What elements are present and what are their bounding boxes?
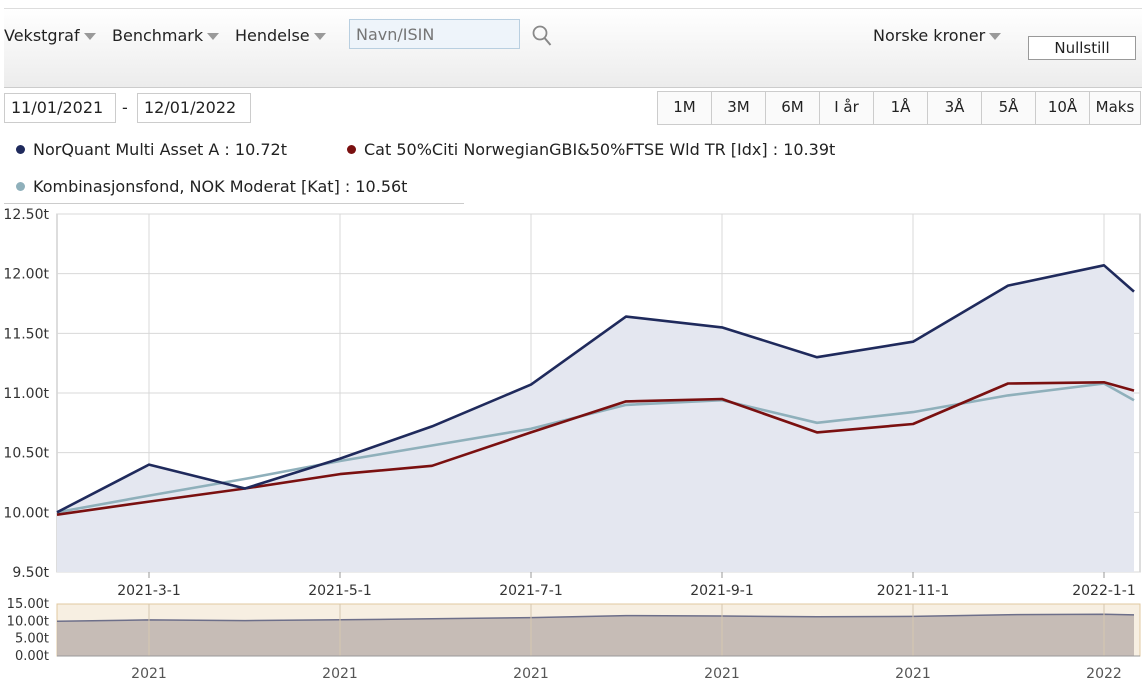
y-tick-label: 10.00t bbox=[3, 505, 49, 521]
navigator-x-tick-label: 2021 bbox=[513, 666, 549, 682]
navigator-y-tick-label: 5.00t bbox=[15, 632, 49, 647]
navigator-x-tick-label: 2021 bbox=[131, 666, 167, 682]
navigator-y-tick-label: 0.00t bbox=[15, 649, 49, 664]
x-tick-label: 2021-3-1 bbox=[117, 583, 181, 599]
x-tick-label: 2022-1-1 bbox=[1072, 583, 1136, 599]
navigator-x-tick-label: 2021 bbox=[704, 666, 740, 682]
navigator[interactable]: 0.00t 5.00t 10.00t 15.00t 2021 2021 2021 2021 20… bbox=[7, 597, 1141, 682]
x-tick-label: 2021-11-1 bbox=[877, 583, 949, 599]
x-tick-label: 2021-7-1 bbox=[499, 583, 563, 599]
y-tick-label: 12.50t bbox=[3, 207, 49, 223]
x-axis: 2021-3-1 2021-5-1 2021-7-1 2021-9-1 2021-11-… bbox=[117, 572, 1136, 599]
x-tick-label: 2021-9-1 bbox=[690, 583, 754, 599]
y-tick-label: 12.00t bbox=[3, 267, 49, 283]
navigator-x-tick-label: 2022 bbox=[1086, 666, 1122, 682]
y-axis: 9.50t 10.00t 10.50t 11.00t 11.50t 12.00t 12.50… bbox=[3, 207, 49, 581]
x-tick-label: 2021-5-1 bbox=[308, 583, 372, 599]
y-tick-label: 10.50t bbox=[3, 446, 49, 462]
y-tick-label: 11.50t bbox=[3, 326, 49, 342]
navigator-y-tick-label: 15.00t bbox=[7, 597, 49, 612]
y-tick-label: 9.50t bbox=[12, 565, 49, 581]
chart-area: 9.50t 10.00t 10.50t 11.00t 11.50t 12.00t 12.50… bbox=[3, 207, 1141, 682]
navigator-y-tick-label: 10.00t bbox=[7, 614, 49, 629]
navigator-x-tick-label: 2021 bbox=[322, 666, 358, 682]
navigator-x-tick-label: 2021 bbox=[895, 666, 931, 682]
y-tick-label: 11.00t bbox=[3, 386, 49, 402]
